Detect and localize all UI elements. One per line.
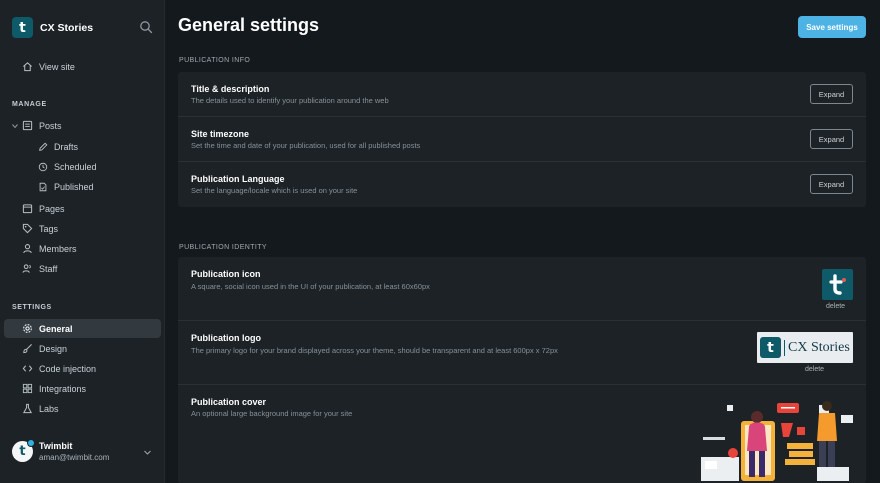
expand-button[interactable]: Expand <box>810 129 853 149</box>
general-label: General <box>39 323 73 334</box>
sidebar-item-labs[interactable]: Labs <box>22 399 59 418</box>
settings-row-publication-icon: Publication icon A square, social icon u… <box>178 257 866 321</box>
brand[interactable]: t CX Stories <box>12 17 93 38</box>
chevron-down-icon[interactable] <box>11 122 19 130</box>
user-name: Twimbit <box>39 441 73 451</box>
integrations-icon <box>22 383 33 394</box>
manage-header: MANAGE <box>12 101 47 108</box>
row-title: Publication icon <box>191 269 261 279</box>
cover-illustration[interactable] <box>697 397 857 483</box>
code-icon <box>22 365 33 372</box>
row-description: Set the language/locale which is used on… <box>191 186 358 195</box>
home-icon <box>23 62 32 72</box>
status-dot <box>27 439 35 447</box>
members-label: Members <box>39 243 77 254</box>
row-title: Publication logo <box>191 333 261 343</box>
sidebar-item-pages[interactable]: Pages <box>22 199 65 218</box>
row-title: Title & description <box>191 84 270 94</box>
row-description: The primary logo for your brand displaye… <box>191 346 558 355</box>
settings-header: SETTINGS <box>12 304 52 311</box>
user-email: aman@twimbit.com <box>39 453 110 462</box>
scheduled-label: Scheduled <box>54 161 97 172</box>
publication-identity-label: PUBLICATION IDENTITY <box>179 244 267 251</box>
delete-logo-link[interactable]: delete <box>805 366 824 373</box>
pages-icon <box>22 204 33 214</box>
row-description: A square, social icon used in the UI of … <box>191 282 430 291</box>
sidebar-item-drafts[interactable]: Drafts <box>38 137 78 156</box>
sidebar-item-published[interactable]: Published <box>38 177 94 196</box>
view-site-label: View site <box>39 61 75 72</box>
sidebar: t CX Stories View site MANAGE Posts Draf… <box>0 0 165 483</box>
publication-identity-panel: Publication icon A square, social icon u… <box>178 257 866 483</box>
publication-icon-image[interactable] <box>822 269 853 300</box>
settings-row-timezone: Site timezone Set the time and date of y… <box>178 117 866 162</box>
staff-icon <box>22 264 31 273</box>
clock-icon <box>38 162 48 171</box>
published-icon <box>39 182 47 191</box>
sidebar-item-integrations[interactable]: Integrations <box>22 379 86 398</box>
row-description: An optional large background image for y… <box>191 409 353 418</box>
user-menu[interactable]: t Twimbit aman@twimbit.com <box>12 439 110 462</box>
drafts-label: Drafts <box>54 141 79 152</box>
save-settings-button[interactable]: Save settings <box>798 16 866 38</box>
sidebar-item-design[interactable]: Design <box>22 339 67 358</box>
brand-logo: t <box>12 17 33 38</box>
tag-icon <box>22 223 33 234</box>
chevron-down-icon[interactable] <box>143 448 152 457</box>
sidebar-item-members[interactable]: Members <box>22 239 77 258</box>
brush-icon <box>23 344 32 354</box>
brand-name: CX Stories <box>40 21 94 34</box>
brand-logo-letter: t <box>19 19 26 36</box>
avatar: t <box>12 439 35 462</box>
tags-label: Tags <box>39 223 59 234</box>
logo-mark-letter: t <box>767 339 774 356</box>
members-icon <box>23 244 32 254</box>
code-injection-label: Code injection <box>39 363 97 374</box>
labs-label: Labs <box>39 403 59 414</box>
publication-info-label: PUBLICATION INFO <box>179 57 251 64</box>
expand-button[interactable]: Expand <box>810 174 853 194</box>
logo-text: CX Stories <box>784 339 850 356</box>
integrations-label: Integrations <box>39 383 87 394</box>
delete-icon-link[interactable]: delete <box>826 303 845 310</box>
settings-row-language: Publication Language Set the language/lo… <box>178 162 866 207</box>
settings-row-publication-cover: Publication cover An optional large back… <box>178 385 866 483</box>
settings-row-publication-logo: Publication logo The primary logo for yo… <box>178 321 866 385</box>
brand-t-icon <box>828 273 846 295</box>
row-description: The details used to identify your public… <box>191 96 389 105</box>
publication-logo-image[interactable]: t CX Stories <box>757 332 853 363</box>
design-label: Design <box>39 343 68 354</box>
sidebar-item-tags[interactable]: Tags <box>22 219 58 238</box>
sidebar-item-code-injection[interactable]: Code injection <box>22 359 96 378</box>
posts-label: Posts <box>39 120 62 131</box>
row-title: Publication Language <box>191 174 285 184</box>
pencil-icon <box>39 142 48 151</box>
sidebar-item-posts[interactable]: Posts <box>11 116 62 135</box>
gear-icon <box>23 324 32 333</box>
view-site-link[interactable]: View site <box>22 57 75 76</box>
sidebar-item-general[interactable]: General <box>22 319 73 338</box>
staff-label: Staff <box>39 263 58 274</box>
avatar-letter: t <box>19 444 26 459</box>
publication-info-panel: Title & description The details used to … <box>178 72 866 207</box>
pages-label: Pages <box>39 203 65 214</box>
settings-row-title-description: Title & description The details used to … <box>178 72 866 117</box>
flask-icon <box>22 403 33 414</box>
logo-mark: t <box>760 337 781 358</box>
posts-icon <box>22 120 33 131</box>
published-label: Published <box>54 181 94 192</box>
sidebar-item-scheduled[interactable]: Scheduled <box>38 157 97 176</box>
row-title: Publication cover <box>191 397 267 407</box>
sidebar-item-staff[interactable]: Staff <box>22 259 57 278</box>
search-icon[interactable] <box>138 19 154 35</box>
main-content: General settings Save settings PUBLICATI… <box>166 0 880 483</box>
row-title: Site timezone <box>191 129 250 139</box>
page-title: General settings <box>178 15 320 35</box>
row-description: Set the time and date of your publicatio… <box>191 141 421 150</box>
expand-button[interactable]: Expand <box>810 84 853 104</box>
